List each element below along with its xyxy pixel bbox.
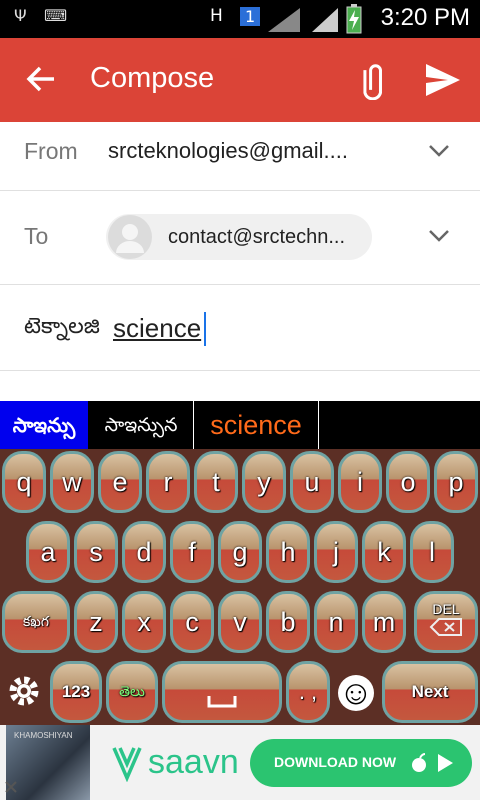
settings-key[interactable] (2, 661, 46, 723)
status-bar: Ψ ⌨ H 1 3:20 PM (0, 0, 480, 38)
usb-icon: Ψ (14, 6, 27, 25)
suggestion-1[interactable]: సాఇన్సు (0, 401, 88, 449)
key-u[interactable]: u (290, 451, 334, 513)
space-key[interactable] (162, 661, 282, 723)
language-key[interactable]: తెలు (106, 661, 158, 723)
suggestion-2[interactable]: సాఇన్సున (89, 401, 194, 449)
recipient-email: contact@srctechn... (168, 226, 346, 248)
avatar (108, 215, 152, 259)
key-q[interactable]: q (2, 451, 46, 513)
key-b[interactable]: b (266, 591, 310, 653)
subject-telugu-text[interactable]: టెక్నాలజి (24, 314, 100, 344)
numbers-key[interactable]: 123 (50, 661, 102, 723)
app-bar: Compose (0, 38, 480, 122)
from-value: srcteknologies@gmail.... (108, 138, 348, 163)
key-i[interactable]: i (338, 451, 382, 513)
key-n[interactable]: n (314, 591, 358, 653)
key-j[interactable]: j (314, 521, 358, 583)
from-row[interactable]: From srcteknologies@gmail.... (0, 122, 480, 191)
delete-key[interactable]: DEL (414, 591, 478, 653)
recipient-chip[interactable]: contact@srctechn... (106, 214, 372, 260)
key-s[interactable]: s (74, 521, 118, 583)
suggestion-3[interactable]: science (194, 401, 319, 449)
to-label: To (24, 223, 49, 249)
suggestion-bar: సాఇన్సు సాఇన్సున science (0, 401, 480, 449)
person-icon (116, 224, 144, 253)
key-e[interactable]: e (98, 451, 142, 513)
network-type: H (210, 6, 223, 26)
key-v[interactable]: v (218, 591, 262, 653)
battery-charging-icon (346, 4, 362, 34)
ad-thumbnail-text: KHAMOSHIYAN (14, 731, 73, 740)
key-m[interactable]: m (362, 591, 406, 653)
key-y[interactable]: y (242, 451, 286, 513)
key-a[interactable]: a (26, 521, 70, 583)
key-o[interactable]: o (386, 451, 430, 513)
arrow-back-icon[interactable] (26, 64, 56, 94)
signal-icon (268, 8, 300, 32)
backspace-icon (429, 618, 462, 636)
text-cursor (204, 312, 206, 346)
key-h[interactable]: h (266, 521, 310, 583)
send-icon[interactable] (424, 62, 462, 98)
emoji-key[interactable]: ☺ (334, 661, 378, 723)
page-title: Compose (90, 62, 215, 94)
close-icon[interactable] (4, 780, 18, 794)
space-bar-icon (207, 696, 237, 708)
key-t[interactable]: t (194, 451, 238, 513)
key-f[interactable]: f (170, 521, 214, 583)
ad-brand: saavn (148, 743, 239, 781)
download-now-label: DOWNLOAD NOW (274, 754, 397, 770)
signal-icon-2 (312, 8, 338, 32)
key-w[interactable]: w (50, 451, 94, 513)
saavn-logo-icon (112, 747, 142, 782)
key-l[interactable]: l (410, 521, 454, 583)
key-r[interactable]: r (146, 451, 190, 513)
apple-icon (412, 753, 426, 772)
key-d[interactable]: d (122, 521, 166, 583)
key-c[interactable]: c (170, 591, 214, 653)
key-z[interactable]: z (74, 591, 118, 653)
download-now-button[interactable]: DOWNLOAD NOW (250, 739, 472, 787)
paperclip-icon[interactable] (352, 60, 392, 100)
gear-icon (9, 676, 39, 706)
sim-badge: 1 (240, 7, 261, 26)
punctuation-key[interactable]: . , (286, 661, 330, 723)
ad-thumbnail: KHAMOSHIYAN (6, 725, 90, 800)
subject-composing-word[interactable]: science (113, 313, 201, 344)
from-label: From (24, 138, 78, 164)
keyboard-icon: ⌨ (44, 6, 68, 25)
play-store-icon (438, 754, 453, 772)
key-g[interactable]: g (218, 521, 262, 583)
key-p[interactable]: p (434, 451, 478, 513)
smiley-icon: ☺ (338, 674, 374, 712)
delete-key-label: DEL (432, 601, 460, 617)
chevron-down-icon[interactable] (428, 229, 450, 243)
key-x[interactable]: x (122, 591, 166, 653)
clock: 3:20 PM (380, 4, 470, 31)
key-telugu-consonants[interactable]: కఖగ (2, 591, 70, 653)
keyboard: q w e r t y u i o p a s d f g h j k l కఖ… (0, 449, 480, 725)
chevron-down-icon[interactable] (428, 144, 450, 158)
key-k[interactable]: k (362, 521, 406, 583)
ad-banner[interactable]: KHAMOSHIYAN saavn DOWNLOAD NOW (0, 725, 480, 800)
next-key[interactable]: Next (382, 661, 478, 723)
